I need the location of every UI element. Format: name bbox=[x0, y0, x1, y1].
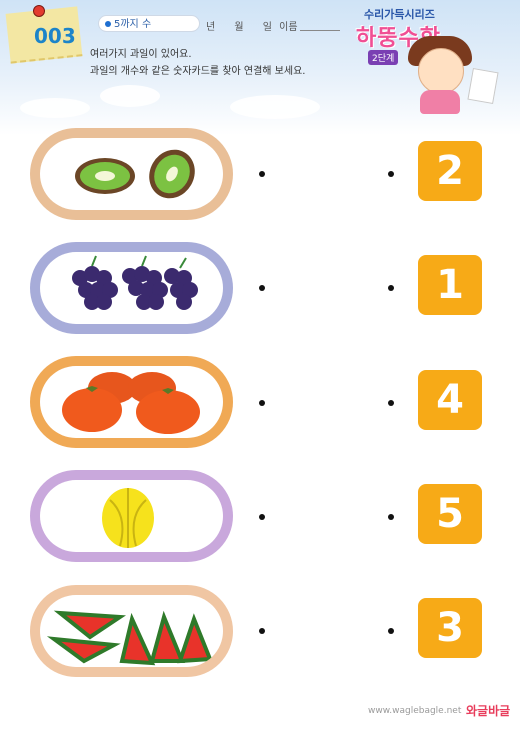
year-label: 년 bbox=[206, 22, 216, 33]
date-row: 년 월 일 이름 bbox=[206, 18, 298, 33]
number-card[interactable]: 5 bbox=[418, 484, 482, 544]
month-label: 월 bbox=[234, 22, 244, 33]
connect-dot-right[interactable] bbox=[388, 171, 394, 177]
connect-dot-right[interactable] bbox=[388, 285, 394, 291]
connect-dot-left[interactable] bbox=[259, 171, 265, 177]
day-label: 일 bbox=[262, 22, 272, 33]
number-card[interactable]: 4 bbox=[418, 370, 482, 430]
page-number: 003 bbox=[34, 24, 76, 48]
kiwi-illustration bbox=[75, 149, 195, 199]
connect-dot-right[interactable] bbox=[388, 400, 394, 406]
fruit-tray-persimmon bbox=[30, 356, 233, 448]
instruction-line: 여러가지 과일이 있어요. bbox=[90, 49, 192, 60]
topic-label: 5까지 수 bbox=[114, 19, 152, 30]
instruction-line: 과일의 개수와 같은 숫자카드를 찾아 연결해 보세요. bbox=[90, 66, 306, 77]
number-card[interactable]: 3 bbox=[418, 598, 482, 658]
paper-sheet-illustration bbox=[467, 67, 499, 105]
connect-dot-left[interactable] bbox=[259, 400, 265, 406]
tray-inner bbox=[40, 366, 223, 438]
number-card[interactable]: 1 bbox=[418, 255, 482, 315]
tray-inner bbox=[40, 252, 223, 324]
number-card[interactable]: 2 bbox=[418, 141, 482, 201]
cloud-decoration bbox=[20, 98, 90, 118]
connect-dot-right[interactable] bbox=[388, 514, 394, 520]
footer-url: www.waglebagle.net bbox=[368, 706, 462, 716]
starfruit-illustration bbox=[102, 488, 154, 548]
girl-body-illustration bbox=[420, 90, 460, 114]
name-label: 이름 bbox=[279, 22, 298, 33]
fruit-tray-grapes bbox=[30, 242, 233, 334]
girl-face-illustration bbox=[418, 48, 464, 94]
tray-inner bbox=[40, 138, 223, 210]
fruit-tray-watermelon bbox=[30, 585, 233, 677]
watermelon-illustration bbox=[46, 610, 213, 666]
connect-dot-left[interactable] bbox=[259, 285, 265, 291]
footer-logo: 와글바글 bbox=[466, 704, 511, 718]
level-badge: 2단계 bbox=[368, 50, 399, 65]
tray-inner bbox=[40, 480, 223, 552]
bullet-icon bbox=[105, 21, 111, 27]
tray-inner bbox=[40, 595, 223, 667]
instructions: 여러가지 과일이 있어요. 과일의 개수와 같은 숫자카드를 찾아 연결해 보세… bbox=[90, 46, 305, 80]
fruit-tray-kiwi bbox=[30, 128, 233, 220]
topic-chip: 5까지 수 bbox=[98, 15, 200, 32]
name-line bbox=[300, 30, 340, 31]
fruit-tray-starfruit bbox=[30, 470, 233, 562]
grapes-illustration bbox=[72, 255, 198, 310]
cloud-decoration bbox=[230, 95, 320, 119]
connect-dot-left[interactable] bbox=[259, 628, 265, 634]
persimmon-illustration bbox=[62, 372, 200, 434]
ladybug-icon bbox=[33, 5, 45, 17]
connect-dot-left[interactable] bbox=[259, 514, 265, 520]
cloud-decoration bbox=[100, 85, 160, 107]
connect-dot-right[interactable] bbox=[388, 628, 394, 634]
